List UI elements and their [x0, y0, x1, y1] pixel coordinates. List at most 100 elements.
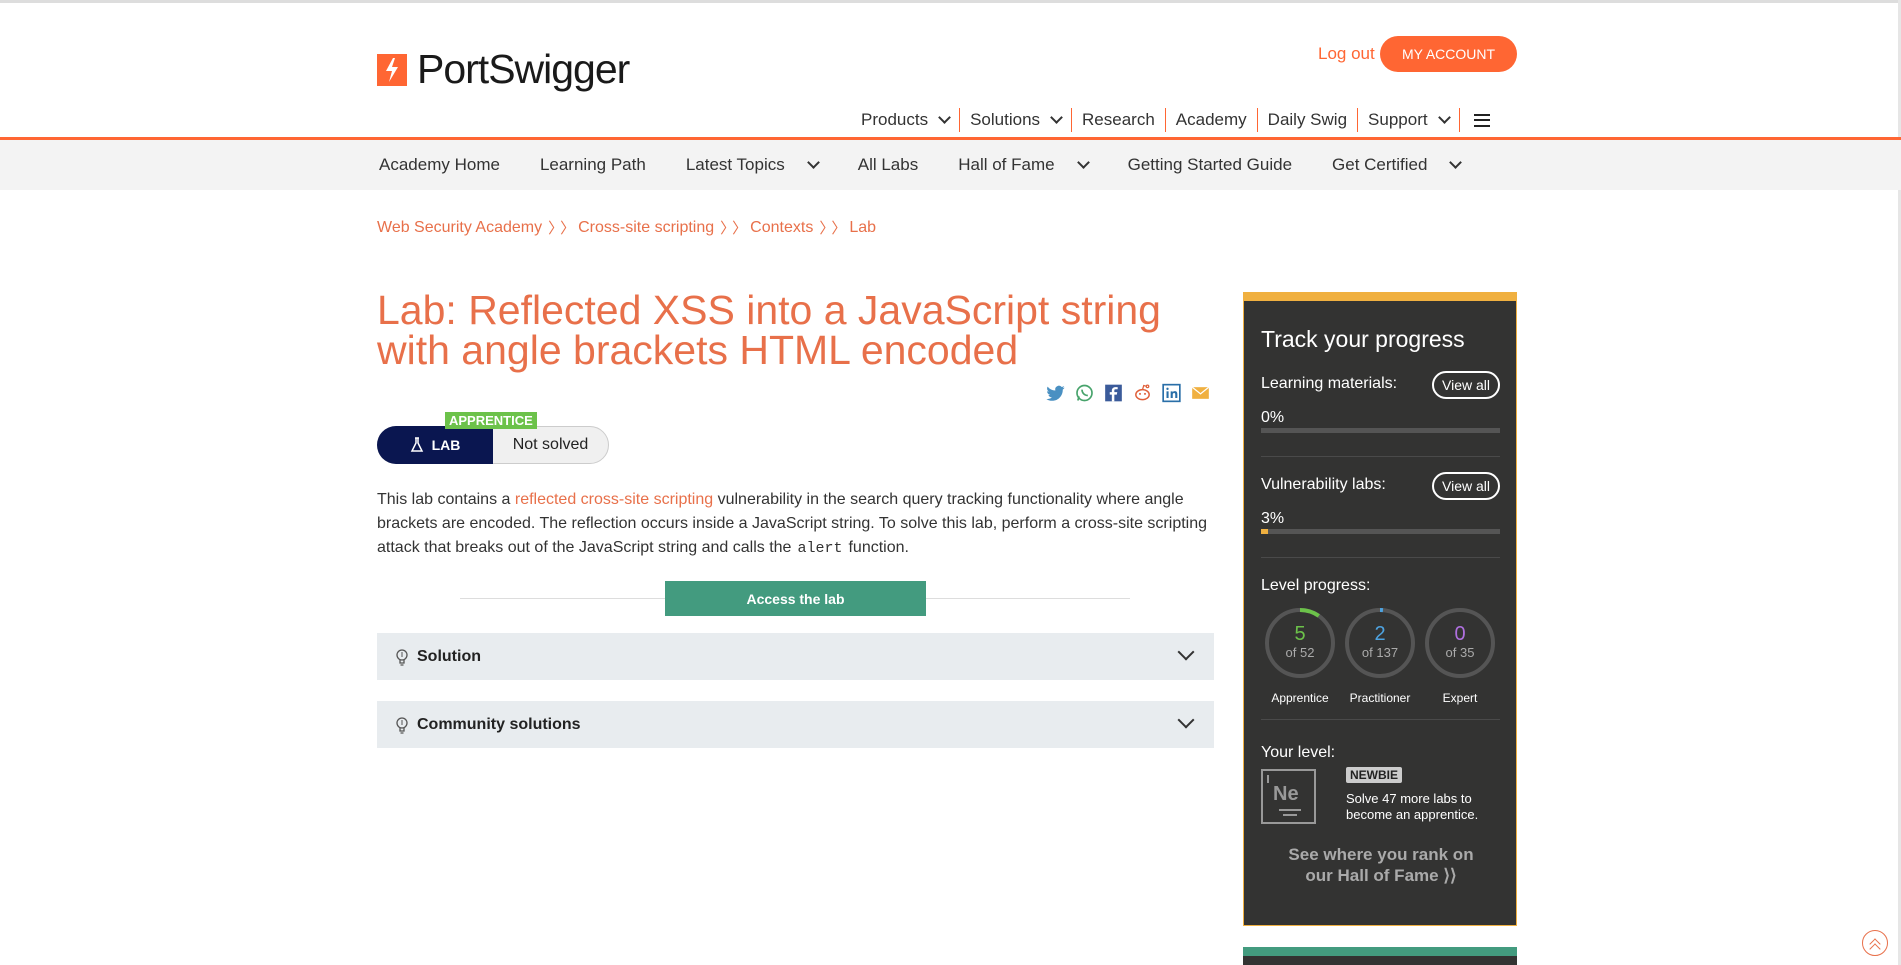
element-tile: Ne	[1261, 769, 1316, 824]
chevron-down-icon	[1437, 111, 1451, 124]
solution-accordion[interactable]: Solution	[377, 633, 1214, 680]
ring-label: Apprentice	[1271, 691, 1329, 705]
alert-code: alert	[797, 540, 843, 557]
accordion-label: Community solutions	[417, 715, 581, 733]
nav-research[interactable]: Research	[1072, 108, 1166, 132]
breadcrumb-link[interactable]: Lab	[849, 219, 876, 237]
level-name-badge: NEWBIE	[1346, 767, 1402, 783]
subnav-label: Get Certified	[1332, 155, 1428, 174]
twitter-icon[interactable]	[1045, 383, 1066, 403]
breadcrumb: Web Security Academy 〉〉 Cross-site scripti…	[377, 217, 876, 238]
ring-value: 5	[1294, 623, 1306, 645]
logo-text: PortSwigger	[417, 46, 630, 92]
subnav-label: Academy Home	[379, 155, 500, 174]
nav-support[interactable]: Support	[1358, 108, 1460, 132]
next-sidebar-card	[1243, 947, 1517, 965]
subnav-get-certified[interactable]: Get Certified	[1332, 155, 1463, 175]
ring-value: 0	[1454, 623, 1466, 645]
subnav-getting-started-guide[interactable]: Getting Started Guide	[1128, 155, 1292, 175]
nav-label: Academy	[1175, 110, 1247, 129]
breadcrumb-separator-icon: 〉〉	[720, 220, 747, 237]
lab-pill: LAB	[377, 426, 493, 464]
subnav-label: Learning Path	[539, 155, 646, 174]
view-all-learning-button[interactable]: View all	[1432, 371, 1500, 399]
ring-label: Practitioner	[1349, 691, 1411, 705]
top-border	[0, 0, 1901, 3]
subnav-academy-home[interactable]: Academy Home	[379, 155, 500, 175]
flask-icon	[410, 437, 423, 452]
page-title: Lab: Reflected XSS into a JavaScript str…	[377, 287, 1161, 373]
main-navigation: Products Solutions Research Academy Daily Sw…	[850, 108, 1490, 132]
chevron-down-icon	[806, 156, 820, 169]
chevron-down-icon	[1177, 643, 1195, 661]
community-solutions-accordion[interactable]: Community solutions	[377, 701, 1214, 748]
chevron-down-icon	[1076, 156, 1090, 169]
hall-of-fame-link[interactable]: See where you rank on our Hall of Fame ⟩…	[1284, 844, 1478, 886]
vuln-progress-fill	[1261, 529, 1269, 534]
breadcrumb-separator-icon: 〉〉	[548, 220, 575, 237]
share-bar	[1045, 383, 1211, 403]
nav-label: Daily Swig	[1267, 110, 1348, 129]
logout-link[interactable]: Log out	[1318, 44, 1375, 64]
xss-link[interactable]: reflected cross-site scripting	[515, 491, 713, 508]
subnav-label: Getting Started Guide	[1127, 155, 1293, 174]
accordion-label: Solution	[417, 647, 481, 665]
breadcrumb-link[interactable]: Contexts	[750, 219, 813, 237]
my-account-button[interactable]: MY ACCOUNT	[1380, 36, 1517, 72]
progress-sidebar: Track your progress Learning materials: …	[1243, 292, 1517, 926]
subnav-all-labs[interactable]: All Labs	[858, 155, 918, 175]
subnav-label: Hall of Fame	[958, 155, 1055, 174]
ring-label: Expert	[1442, 691, 1478, 705]
level-progress-label: Level progress:	[1261, 577, 1371, 594]
nav-academy[interactable]: Academy	[1166, 108, 1258, 132]
nav-solutions[interactable]: Solutions	[960, 108, 1073, 132]
lightbulb-icon	[396, 648, 408, 666]
element-symbol: Ne	[1273, 783, 1299, 805]
progress-title: Track your progress	[1261, 326, 1465, 352]
double-chevron-icon: ⟩⟩	[1443, 866, 1457, 885]
lab-status-badge: LAB Not solved	[377, 426, 609, 464]
portswigger-logo[interactable]: PortSwigger	[377, 46, 630, 93]
nav-label: Products	[861, 110, 929, 129]
your-level-label: Your level:	[1261, 744, 1336, 761]
ring-total: of 52	[1285, 645, 1315, 660]
subnav-hall-of-fame[interactable]: Hall of Fame	[958, 155, 1090, 175]
access-lab-button[interactable]: Access the lab	[665, 581, 926, 616]
level-tag: APPRENTICE	[445, 412, 537, 429]
nav-daily-swig[interactable]: Daily Swig	[1258, 108, 1359, 132]
breadcrumb-separator-icon: 〉〉	[819, 220, 846, 237]
academy-subnav: Academy Home Learning Path Latest Topics Al…	[0, 140, 1901, 190]
scroll-to-top-button[interactable]	[1862, 930, 1888, 956]
whatsapp-icon[interactable]	[1074, 383, 1095, 403]
chevron-down-icon	[1050, 111, 1063, 124]
lab-label: LAB	[431, 437, 461, 453]
email-icon[interactable]	[1190, 383, 1211, 403]
divider	[1261, 456, 1500, 457]
ring-value: 2	[1374, 623, 1386, 645]
reddit-icon[interactable]	[1132, 383, 1153, 403]
subnav-latest-topics[interactable]: Latest Topics	[686, 155, 820, 175]
level-ring-expert: 0 of 35	[1424, 607, 1496, 679]
ring-total: of 35	[1445, 645, 1475, 660]
subnav-learning-path[interactable]: Learning Path	[540, 155, 646, 175]
level-ring-practitioner: 2 of 137	[1344, 607, 1416, 679]
breadcrumb-link[interactable]: Web Security Academy	[377, 219, 542, 237]
status-text: Not solved	[512, 436, 589, 453]
view-all-labs-button[interactable]: View all	[1432, 472, 1500, 500]
subnav-label: All Labs	[857, 155, 919, 174]
desc-text: This lab contains a	[377, 491, 515, 508]
chevron-down-icon	[938, 111, 951, 124]
nav-label: Solutions	[970, 110, 1041, 129]
divider	[1261, 557, 1500, 558]
linkedin-icon[interactable]	[1161, 383, 1182, 403]
nav-label: Research	[1082, 110, 1155, 129]
desc-text: function.	[848, 539, 909, 556]
lab-description: This lab contains a reflected cross-site…	[377, 488, 1212, 561]
logo-icon	[377, 53, 407, 86]
nav-products[interactable]: Products	[850, 108, 961, 132]
menu-icon[interactable]	[1473, 113, 1490, 127]
solve-more-text: Solve 47 more labs to become an apprenti…	[1346, 791, 1479, 822]
learning-materials-label: Learning materials:	[1261, 375, 1398, 392]
breadcrumb-link[interactable]: Cross-site scripting	[578, 219, 714, 237]
facebook-icon[interactable]	[1103, 383, 1124, 403]
